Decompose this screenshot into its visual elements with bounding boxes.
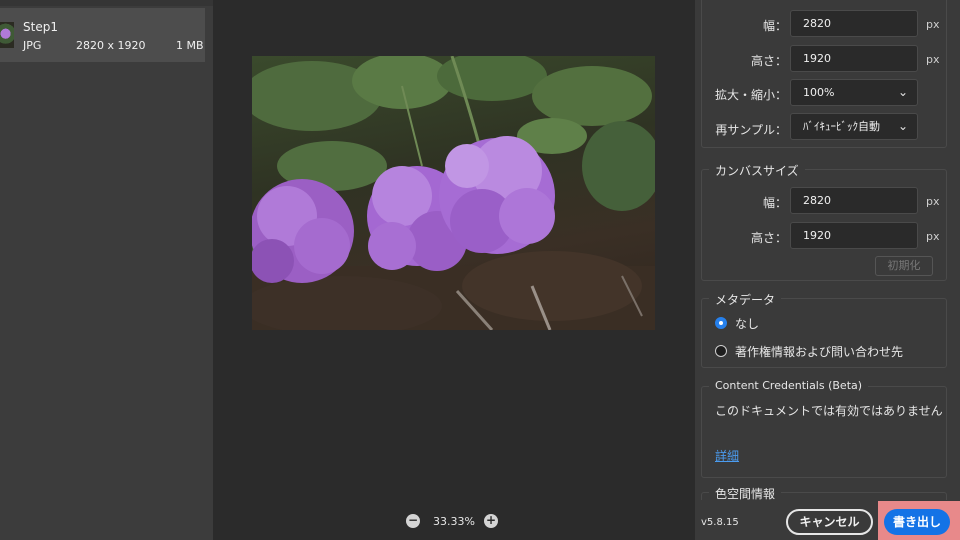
hydrangea-photo xyxy=(252,56,655,330)
asset-format: JPG xyxy=(23,39,42,52)
reset-button[interactable]: 初期化 xyxy=(875,256,933,276)
width-field[interactable]: 2820 xyxy=(790,10,918,37)
details-link[interactable]: 詳細 xyxy=(715,447,739,464)
canvas-height-field[interactable]: 1920 xyxy=(790,222,918,249)
asset-thumbnail xyxy=(0,22,14,48)
width-label: 幅： xyxy=(762,19,787,33)
zoom-out-icon[interactable]: − xyxy=(406,514,420,528)
width-unit: px xyxy=(926,18,940,31)
content-credentials-section xyxy=(701,386,947,478)
chevron-down-icon: ⌄ xyxy=(897,119,908,133)
dialog-footer: v5.8.15 キャンセル 書き出し xyxy=(695,500,960,540)
height-field[interactable]: 1920 xyxy=(790,45,918,72)
zoom-level: 33.33% xyxy=(433,515,475,528)
export-button[interactable]: 書き出し xyxy=(884,509,950,535)
resample-select[interactable]: ﾊﾞｲｷｭｰﾋﾞｯｸ自動 ⌄ xyxy=(790,113,918,140)
canvas-height-label: 高さ： xyxy=(750,231,787,245)
asset-list-item[interactable]: Step1 JPG 2820 x 1920 1 MB xyxy=(0,8,205,62)
asset-file-size: 1 MB xyxy=(176,39,204,52)
zoom-in-icon[interactable]: + xyxy=(484,514,498,528)
content-credentials-text: このドキュメントでは有効ではありません xyxy=(715,404,943,418)
canvas-width-unit: px xyxy=(926,195,940,208)
resample-label: 再サンプル： xyxy=(715,123,787,137)
chevron-down-icon: ⌄ xyxy=(897,85,908,99)
asset-name: Step1 xyxy=(23,20,58,34)
resample-value: ﾊﾞｲｷｭｰﾋﾞｯｸ自動 xyxy=(803,120,880,133)
canvas-height-unit: px xyxy=(926,230,940,243)
export-settings-panel: 幅： 2820 px 高さ： 1920 px 拡大・縮小： 100% ⌄ 再サン… xyxy=(695,0,960,540)
asset-panel: Step1 JPG 2820 x 1920 1 MB xyxy=(0,0,213,540)
height-label: 高さ： xyxy=(750,54,787,68)
metadata-none-radio[interactable] xyxy=(715,317,727,329)
height-unit: px xyxy=(926,53,940,66)
image-preview xyxy=(252,56,655,330)
preview-canvas: − 33.33% + xyxy=(213,0,695,540)
canvas-size-title: カンバスサイズ xyxy=(709,162,805,179)
metadata-title: メタデータ xyxy=(709,291,782,308)
panel-top-edge xyxy=(0,0,213,6)
metadata-copyright-label: 著作権情報および問い合わせ先 xyxy=(735,345,904,359)
export-button-highlight: 書き出し xyxy=(878,501,960,540)
canvas-width-field[interactable]: 2820 xyxy=(790,187,918,214)
asset-dimensions: 2820 x 1920 xyxy=(76,39,146,52)
cancel-button[interactable]: キャンセル xyxy=(786,509,873,535)
scale-label: 拡大・縮小： xyxy=(714,88,787,102)
zoom-controls: − 33.33% + xyxy=(213,510,695,532)
metadata-none-label: なし xyxy=(735,317,760,331)
metadata-copyright-radio[interactable] xyxy=(715,345,727,357)
version-label: v5.8.15 xyxy=(701,517,739,528)
content-credentials-title: Content Credentials (Beta) xyxy=(709,379,869,392)
scale-select[interactable]: 100% ⌄ xyxy=(790,79,918,106)
canvas-width-label: 幅： xyxy=(762,196,787,210)
scale-value: 100% xyxy=(803,86,835,99)
